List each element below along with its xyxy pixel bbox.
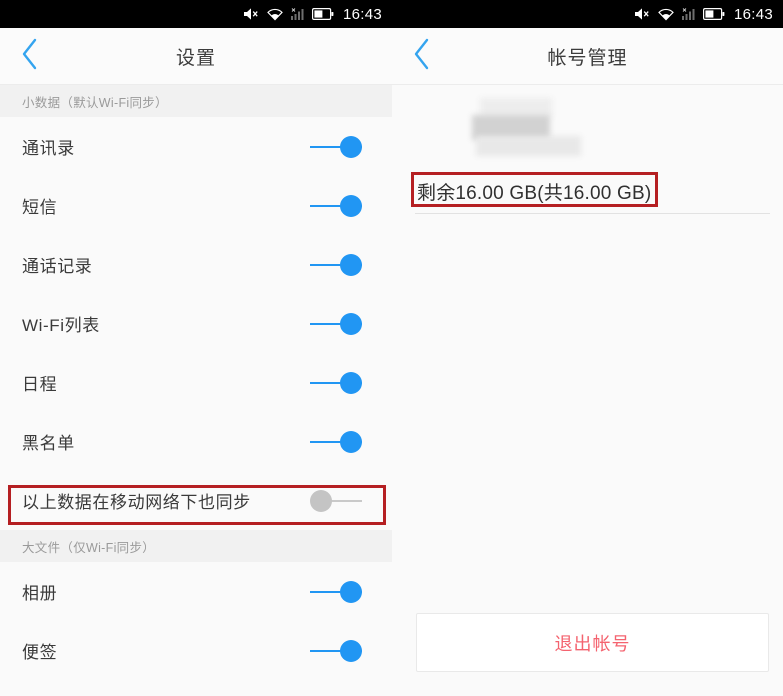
nav-bar-left: 设置 <box>0 28 392 85</box>
section-header-large-files: 大文件（仅Wi-Fi同步） <box>0 530 392 562</box>
list-item-label: Wi-Fi列表 <box>22 316 100 335</box>
status-bar-left: 16:43 <box>0 0 392 28</box>
back-button-right[interactable] <box>392 28 450 85</box>
list-item-blacklist[interactable]: 黑名单 <box>0 412 392 471</box>
battery-icon <box>311 8 334 20</box>
dual-phone-screenshot: 16:43 设置 小数据（默认Wi-Fi同步） 通讯录 短信 通话记录 Wi-F… <box>0 0 783 696</box>
status-bar-clock: 16:43 <box>733 5 773 23</box>
settings-list-small-data: 通讯录 短信 通话记录 Wi-Fi列表 日程 黑名单 以上数据在移动网络下也同步 <box>0 117 392 530</box>
left-phone-panel: 16:43 设置 小数据（默认Wi-Fi同步） 通讯录 短信 通话记录 Wi-F… <box>0 0 392 696</box>
list-item-call-log[interactable]: 通话记录 <box>0 235 392 294</box>
cellular-signal-off-icon <box>681 7 696 21</box>
settings-list-large-files: 相册 便签 <box>0 562 392 680</box>
toggle-blacklist[interactable] <box>310 430 362 453</box>
toggle-knob <box>340 312 362 335</box>
toggle-call-log[interactable] <box>310 253 362 276</box>
status-bar-right: 16:43 <box>392 0 783 28</box>
redaction-block <box>476 136 581 156</box>
list-item-label: 短信 <box>22 198 58 217</box>
cellular-signal-off-icon <box>290 7 305 21</box>
toggle-calendar[interactable] <box>310 371 362 394</box>
wifi-icon <box>658 8 674 21</box>
toggle-knob <box>340 430 362 453</box>
nav-bar-right: 帐号管理 <box>392 28 783 85</box>
list-item-label: 通话记录 <box>22 257 93 276</box>
storage-capacity-text: 剩余16.00 GB(共16.00 GB) <box>417 183 652 204</box>
list-item-notes[interactable]: 便签 <box>0 621 392 680</box>
toggle-knob <box>340 639 362 662</box>
toggle-contacts[interactable] <box>310 135 362 158</box>
list-item-label: 相册 <box>22 584 58 603</box>
section-header-small-data: 小数据（默认Wi-Fi同步） <box>0 85 392 117</box>
battery-icon <box>702 8 725 20</box>
toggle-sms[interactable] <box>310 194 362 217</box>
back-chevron-icon <box>20 38 39 75</box>
list-item-wifi-list[interactable]: Wi-Fi列表 <box>0 294 392 353</box>
toggle-wifi-list[interactable] <box>310 312 362 335</box>
page-title-right: 帐号管理 <box>547 47 628 69</box>
toggle-knob <box>340 194 362 217</box>
redacted-account-avatar <box>472 98 587 156</box>
back-button-left[interactable] <box>0 28 58 85</box>
toggle-album[interactable] <box>310 580 362 603</box>
logout-button[interactable]: 退出帐号 <box>416 613 769 672</box>
right-phone-panel: 16:43 帐号管理 <box>392 0 783 696</box>
wifi-icon <box>267 8 283 21</box>
toggle-knob <box>310 489 332 512</box>
toggle-knob <box>340 253 362 276</box>
list-item-label: 便签 <box>22 643 58 662</box>
list-item-album[interactable]: 相册 <box>0 562 392 621</box>
status-bar-clock: 16:43 <box>342 5 382 23</box>
list-item-label: 以上数据在移动网络下也同步 <box>22 493 251 512</box>
list-item-calendar[interactable]: 日程 <box>0 353 392 412</box>
back-chevron-icon <box>412 38 431 75</box>
volume-mute-icon <box>243 7 260 21</box>
account-divider <box>415 213 770 214</box>
list-item-contacts[interactable]: 通讯录 <box>0 117 392 176</box>
list-item-label: 通讯录 <box>22 139 75 158</box>
toggle-mobile-network-sync[interactable] <box>310 489 362 512</box>
volume-mute-icon <box>634 7 651 21</box>
list-item-mobile-network-sync[interactable]: 以上数据在移动网络下也同步 <box>0 471 392 530</box>
list-item-label: 黑名单 <box>22 434 75 453</box>
list-item-label: 日程 <box>22 375 58 394</box>
toggle-notes[interactable] <box>310 639 362 662</box>
toggle-knob <box>340 580 362 603</box>
logout-button-wrapper: 退出帐号 <box>416 613 769 672</box>
page-title-left: 设置 <box>175 47 216 69</box>
list-item-sms[interactable]: 短信 <box>0 176 392 235</box>
toggle-knob <box>340 135 362 158</box>
toggle-knob <box>340 371 362 394</box>
